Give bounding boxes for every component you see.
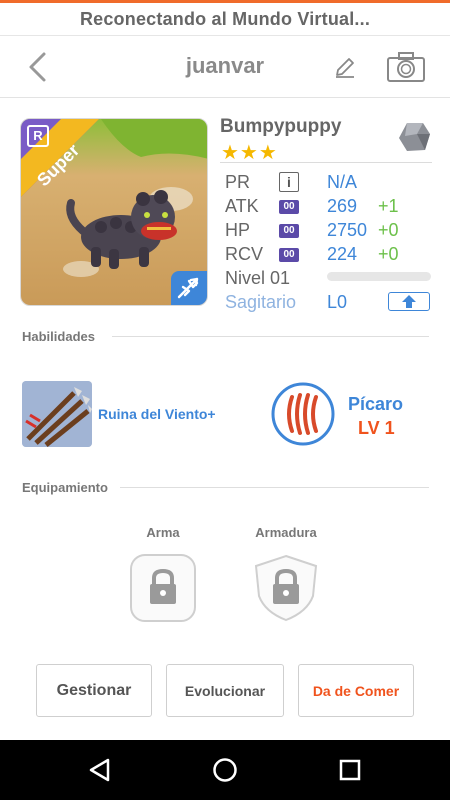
pencil-icon <box>336 58 354 78</box>
manage-button[interactable]: Gestionar <box>36 664 152 717</box>
header-bar: juanvar <box>0 36 450 98</box>
system-back-button[interactable] <box>86 756 114 784</box>
rcv-bonus: +0 <box>378 244 399 264</box>
divider <box>112 336 429 337</box>
triangle-back-icon <box>89 758 110 782</box>
hp-bonus-badge: 00 <box>279 224 299 238</box>
element-icon <box>397 120 431 154</box>
divider <box>120 487 429 488</box>
weapon-label: Arma <box>146 525 180 540</box>
atk-bonus-badge: 00 <box>279 200 299 214</box>
exp-progress-bar <box>327 272 431 281</box>
armor-slot[interactable] <box>253 554 319 622</box>
skill-name-link[interactable]: Ruina del Viento+ <box>98 406 216 422</box>
info-icon[interactable]: i <box>279 172 299 192</box>
upgrade-button[interactable] <box>388 292 430 311</box>
rcv-label: RCV <box>225 244 264 264</box>
abilities-heading: Habilidades <box>22 329 95 344</box>
level-label: Nivel 01 <box>225 268 291 288</box>
monster-name: Bumpypuppy <box>220 116 342 137</box>
claw-marks-icon <box>271 382 335 446</box>
chevron-left-icon <box>29 52 46 82</box>
connection-status-bar: Reconectando al Mundo Virtual... <box>0 0 450 36</box>
circle-home-icon <box>213 758 237 782</box>
edit-button[interactable] <box>333 55 357 79</box>
monster-portrait[interactable]: R Super <box>20 118 208 306</box>
class-name: Pícaro <box>348 394 404 414</box>
armor-slot-frame <box>254 554 318 622</box>
airplane-icon <box>177 277 199 299</box>
feed-button[interactable]: Da de Comer <box>298 664 414 717</box>
system-navigation-bar <box>0 740 450 800</box>
back-button[interactable] <box>22 50 54 84</box>
atk-bonus: +1 <box>378 196 399 216</box>
page-title: juanvar <box>185 53 265 78</box>
system-recents-button[interactable] <box>336 756 364 784</box>
pr-label: PR <box>225 172 251 192</box>
hp-value: 2750 <box>327 220 368 240</box>
weapon-slot[interactable] <box>130 554 196 622</box>
weapon-slot-frame <box>130 554 196 622</box>
rcv-value: 224 <box>327 244 358 264</box>
hp-label: HP <box>225 220 251 240</box>
system-home-button[interactable] <box>211 756 239 784</box>
type-badge <box>171 271 207 305</box>
class-level: LV 1 <box>358 418 395 438</box>
connection-status-text: Reconectando al Mundo Virtual... <box>79 8 371 29</box>
zodiac-level: L0 <box>327 292 348 312</box>
armor-label: Armadura <box>255 525 317 540</box>
zodiac-sign: Sagitario <box>225 292 297 312</box>
equipment-heading: Equipamiento <box>22 480 108 495</box>
divider <box>220 162 432 163</box>
class-icon <box>270 381 336 447</box>
rcv-bonus-badge: 00 <box>279 248 299 262</box>
skill-icon[interactable] <box>22 381 92 447</box>
camera-button[interactable] <box>386 51 426 83</box>
rarity-badge: R <box>27 125 49 147</box>
wind-arrows-icon <box>22 381 92 447</box>
camera-icon <box>387 52 425 82</box>
atk-label: ATK <box>225 196 259 216</box>
pr-value: N/A <box>327 172 358 192</box>
arrow-up-icon <box>402 295 416 308</box>
square-recents-icon <box>339 759 361 781</box>
hp-bonus: +0 <box>378 220 399 240</box>
atk-value: 269 <box>327 196 358 216</box>
rock-element-icon <box>399 123 430 151</box>
evolve-button[interactable]: Evolucionar <box>166 664 284 717</box>
